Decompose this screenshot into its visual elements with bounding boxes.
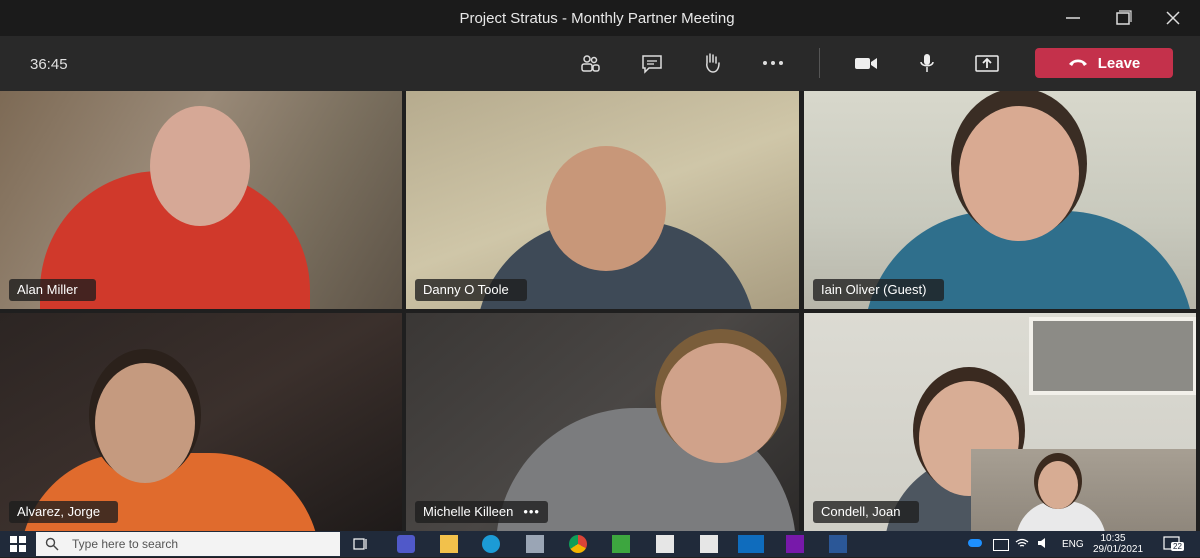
meeting-control-bar: 36:45 Leave — [0, 36, 1200, 91]
participants-icon — [581, 55, 600, 72]
video-tile-danny-o-toole[interactable]: Danny O Toole — [406, 91, 799, 309]
chrome-browser-icon[interactable] — [569, 535, 587, 553]
toolbar-separator — [819, 48, 820, 78]
task-view-icon[interactable] — [352, 535, 370, 553]
file-explorer-icon[interactable] — [440, 535, 458, 553]
store-app-icon[interactable] — [526, 535, 544, 553]
share-screen-button[interactable] — [973, 49, 1001, 77]
participant-name-tag: Condell, Joan — [813, 501, 919, 523]
participant-face — [95, 363, 195, 483]
self-view-preview[interactable] — [971, 449, 1196, 531]
participant-name-tag: Michelle Killeen ••• — [415, 501, 548, 523]
document-app-icon[interactable] — [656, 535, 674, 553]
onenote-app-icon[interactable] — [786, 535, 804, 553]
windows-start-button[interactable] — [9, 535, 27, 553]
video-tile-joan-condell[interactable]: Condell, Joan — [804, 313, 1196, 531]
camera-icon — [855, 58, 877, 69]
maximize-button[interactable] — [1110, 6, 1136, 30]
meeting-timer: 36:45 — [30, 56, 68, 73]
participant-name-tag: Alan Miller — [9, 279, 96, 301]
raise-hand-button[interactable] — [698, 49, 726, 77]
more-icon — [763, 61, 783, 65]
microphone-button[interactable] — [913, 49, 941, 77]
edge-browser-icon[interactable] — [482, 535, 500, 553]
taskbar-search-box[interactable]: Type here to search — [36, 532, 340, 556]
volume-icon[interactable] — [1037, 537, 1051, 552]
minimize-icon — [1066, 17, 1080, 19]
notification-count: 22 — [1171, 542, 1184, 551]
close-icon — [1166, 11, 1180, 25]
clock[interactable]: 10:35 29/01/2021 — [1093, 533, 1144, 555]
more-options-button[interactable] — [759, 49, 787, 77]
video-tile-alan-miller[interactable]: Alan Miller — [0, 91, 402, 309]
share-screen-icon — [975, 55, 999, 72]
participant-name-tag: Iain Oliver (Guest) — [813, 279, 945, 301]
wall-picture — [1029, 317, 1196, 395]
restore-icon — [1116, 10, 1132, 25]
more-options-icon[interactable]: ••• — [523, 504, 540, 519]
phone-hangup-icon — [1068, 59, 1087, 66]
participant-face — [959, 106, 1079, 241]
video-tile-jorge-alvarez[interactable]: Alvarez, Jorge — [0, 313, 402, 531]
word-app-icon[interactable] — [829, 535, 847, 553]
participant-name-tag: Alvarez, Jorge — [9, 501, 119, 523]
camera-button[interactable] — [852, 49, 880, 77]
chat-icon — [642, 55, 662, 74]
chat-button[interactable] — [638, 49, 666, 77]
participants-button[interactable] — [576, 49, 604, 77]
windows-logo-icon — [10, 536, 26, 552]
wifi-icon[interactable] — [1015, 537, 1029, 552]
participant-face — [546, 146, 666, 271]
search-placeholder: Type here to search — [72, 537, 179, 551]
notification-center-button[interactable]: 22 — [1163, 536, 1184, 552]
participant-name-tag: Danny O Toole — [415, 279, 527, 301]
participant-face — [661, 343, 781, 463]
window-title: Project Stratus - Monthly Partner Meetin… — [459, 10, 735, 27]
outlook-app-icon[interactable] — [738, 535, 764, 553]
onedrive-icon[interactable] — [968, 539, 982, 547]
windows-taskbar: Type here to search ENG 10:35 29/01/2021… — [0, 531, 1200, 557]
search-icon — [45, 537, 59, 551]
leave-label: Leave — [1097, 54, 1141, 72]
language-indicator[interactable]: ENG — [1062, 539, 1084, 550]
participant-face — [150, 106, 250, 226]
teams-app-icon[interactable] — [397, 535, 415, 553]
microphone-icon — [920, 54, 934, 72]
window-titlebar: Project Stratus - Monthly Partner Meetin… — [0, 0, 1200, 36]
clock-date: 29/01/2021 — [1093, 544, 1144, 555]
video-tile-iain-oliver[interactable]: Iain Oliver (Guest) — [804, 91, 1196, 309]
document-app-icon-2[interactable] — [700, 535, 718, 553]
raise-hand-icon — [706, 53, 720, 73]
video-tile-michelle-killeen[interactable]: Michelle Killeen ••• — [406, 313, 799, 531]
clock-time: 10:35 — [1100, 533, 1126, 544]
battery-icon[interactable] — [993, 539, 1009, 551]
leave-button[interactable]: Leave — [1035, 48, 1173, 78]
green-app-icon[interactable] — [612, 535, 630, 553]
close-button[interactable] — [1160, 6, 1186, 30]
minimize-button[interactable] — [1060, 6, 1086, 30]
